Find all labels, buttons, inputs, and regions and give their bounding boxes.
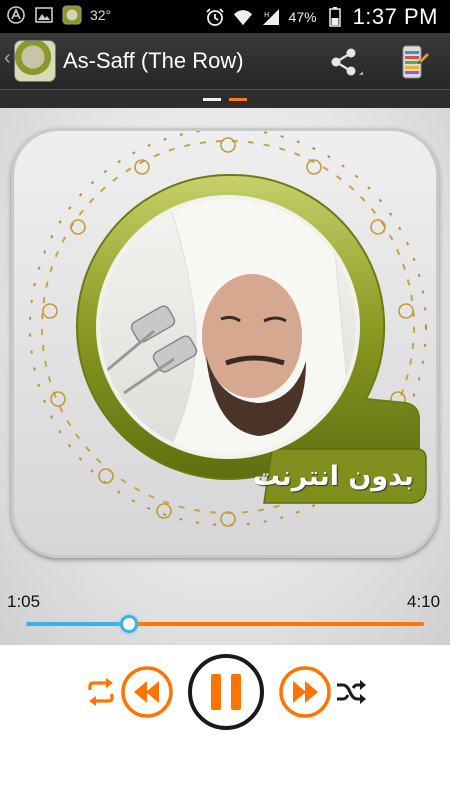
share-icon <box>331 48 363 76</box>
previous-button[interactable] <box>120 665 174 719</box>
app-logo[interactable] <box>14 40 56 82</box>
next-button[interactable] <box>278 665 332 719</box>
status-left-group: 32° <box>6 5 111 25</box>
status-bar: 32° H 47% 1:37 PM <box>0 0 450 33</box>
overflow-menu-icon <box>402 45 430 79</box>
page-indicator <box>0 90 450 108</box>
wifi-icon <box>233 7 253 27</box>
temperature-text: 32° <box>90 7 112 23</box>
app-a-icon <box>6 5 26 25</box>
overflow-menu-button[interactable] <box>392 41 436 85</box>
alarm-icon <box>205 7 225 27</box>
cover-caption: بدون انترنت <box>253 461 414 492</box>
elapsed-time: 1:05 <box>7 592 41 611</box>
total-time: 4:10 <box>407 592 441 611</box>
page-dot-2-active[interactable] <box>229 98 247 101</box>
svg-text:H: H <box>264 11 269 19</box>
app-icon <box>62 5 82 25</box>
previous-icon <box>121 666 173 718</box>
cover-artwork <box>29 131 427 527</box>
page-title: As-Saff (The Row) <box>63 48 244 73</box>
shuffle-button[interactable] <box>334 675 368 709</box>
pause-button[interactable] <box>186 652 266 732</box>
page-dot-1[interactable] <box>203 98 221 101</box>
next-icon <box>279 666 331 718</box>
up-caret-icon[interactable]: ‹ <box>4 47 11 70</box>
seek-progress <box>26 622 130 626</box>
image-icon <box>34 5 54 25</box>
seek-bar[interactable] <box>26 615 424 633</box>
repeat-icon <box>88 678 114 706</box>
shuffle-icon <box>337 680 366 704</box>
share-button[interactable] <box>323 41 367 85</box>
battery-percent: 47% <box>288 9 317 25</box>
content-area: بدون انترنت <box>0 108 450 645</box>
player-controls <box>0 645 450 800</box>
signal-icon: H <box>261 7 281 27</box>
clock: 1:37 PM <box>352 4 438 29</box>
cover-art: بدون انترنت <box>11 128 439 558</box>
action-bar: ‹ As-Saff (The Row) <box>0 33 450 90</box>
battery-icon <box>325 7 345 27</box>
repeat-button[interactable] <box>84 675 118 709</box>
pause-icon <box>188 654 264 730</box>
status-right-group: H 47% 1:37 PM <box>205 4 438 30</box>
